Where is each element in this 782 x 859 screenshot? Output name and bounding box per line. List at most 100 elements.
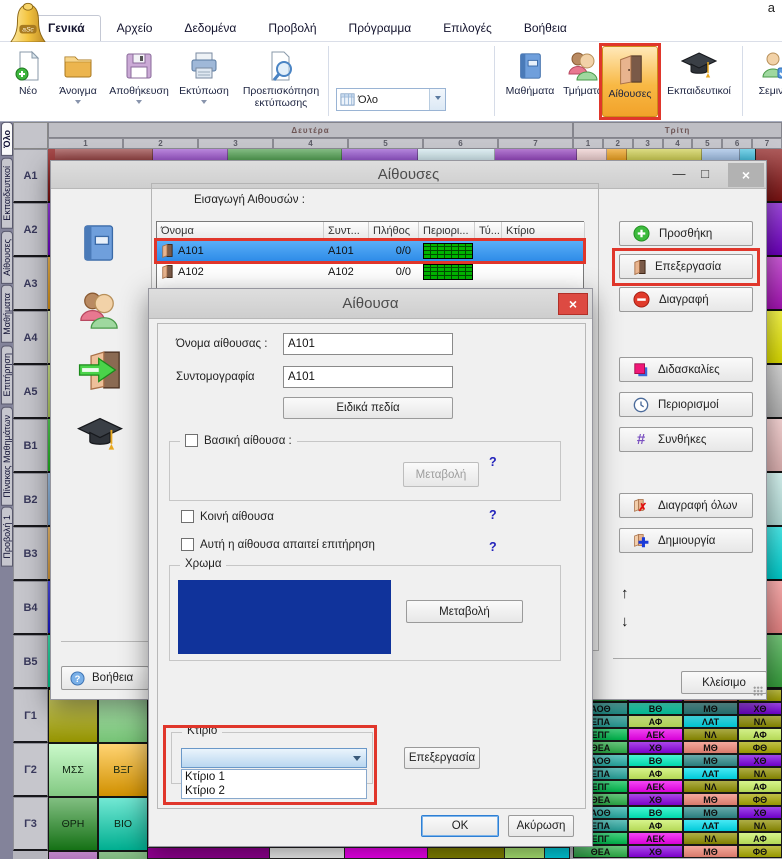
room-row[interactable]: A102 A102 0/0 (157, 261, 583, 282)
toolbar-separator (494, 46, 495, 116)
column-header[interactable]: Συντ... (324, 222, 369, 240)
view-tab[interactable]: Αίθουσες (1, 231, 13, 284)
rooms-button[interactable]: Αίθουσες (602, 46, 658, 117)
open-button[interactable]: Άνοιγμα (52, 47, 104, 107)
period-header: 4 (663, 138, 693, 149)
timetable-cell: ΦΘ (738, 793, 782, 806)
door-icon (633, 259, 646, 275)
room-row[interactable]: A101 A101 0/0 (157, 240, 583, 261)
view-selector-combobox[interactable]: Όλο (336, 88, 446, 111)
view-tab[interactable]: Πίνακας Μαθημάτων (1, 407, 13, 506)
column-header[interactable]: Περιορι... (419, 222, 475, 240)
timetable-bottom-right-grid: ΘΕΑΧΘΜΘΦΘΑΟΘΒΘΜΘΧΘΕΠΑΑΦΛΑΤΝΛΕΠΓΑΕΚΝΛΑΦΘΕ… (573, 689, 782, 859)
day-header: Τρίτη (573, 122, 782, 138)
view-tab[interactable]: Εκπαιδευτικοί (1, 158, 13, 229)
building-option[interactable]: Κτίριο 2 (182, 784, 366, 798)
menu-tab[interactable]: Δεδομένα (168, 15, 252, 41)
room-dialog-titlebar[interactable]: Αίθουσα × (149, 289, 592, 319)
view-selector-arrow[interactable] (429, 89, 445, 110)
row-label: A4 (13, 311, 48, 365)
building-edit-button[interactable]: Επεξεργασία (404, 747, 480, 769)
graduation-cap-icon (681, 47, 717, 85)
move-up-arrow[interactable]: ↑ (621, 585, 629, 602)
special-fields-button[interactable]: Ειδικά πεδία (283, 397, 453, 419)
period-header: 6 (423, 138, 498, 149)
conditions-button[interactable]: # Συνθήκες (619, 427, 753, 452)
room-name-input[interactable] (283, 333, 453, 355)
new-button[interactable]: Νέο (6, 47, 50, 97)
ok-button[interactable]: OK (421, 815, 499, 837)
period-header: 3 (633, 138, 663, 149)
period-header: 5 (348, 138, 423, 149)
cancel-button[interactable]: Ακύρωση (508, 815, 574, 837)
seminars-button[interactable]: Σεμινά (748, 47, 782, 97)
minimize-icon[interactable]: — (670, 166, 688, 181)
timetable-cell: ΧΘ (738, 754, 782, 767)
room-abbr-input[interactable] (283, 366, 453, 388)
classes-people-icon[interactable] (77, 289, 123, 335)
print-dropdown-caret[interactable] (201, 100, 207, 107)
constraints-button[interactable]: Περιορισμοί (619, 392, 753, 417)
menu-tab[interactable]: Πρόγραμμα (333, 15, 428, 41)
lessons-button[interactable]: Διδασκαλίες (619, 357, 753, 382)
help-question-mark[interactable]: ? (489, 508, 497, 522)
timetable-cell: ΑΦ (738, 728, 782, 741)
chevron-down-icon (353, 756, 361, 765)
delete-all-button[interactable]: ✗ Διαγραφή όλων (619, 493, 753, 518)
help-question-mark[interactable]: ? (489, 455, 497, 469)
room-building (502, 240, 585, 261)
timetable-cell: ΝΛ (683, 728, 738, 741)
people-icon (566, 47, 600, 85)
menu-tab[interactable]: Βοήθεια (508, 15, 583, 41)
subjects-button[interactable]: Μαθήματα (500, 47, 560, 97)
menu-tab[interactable]: Προβολή (252, 15, 332, 41)
classes-button[interactable]: Τμήματα (560, 47, 606, 97)
create-button[interactable]: ✚ Δημιουργία (619, 528, 753, 553)
column-header[interactable]: Όνομα (157, 222, 324, 240)
door-add-icon: ✚ (633, 533, 649, 549)
print-preview-icon (265, 47, 297, 85)
view-tab[interactable]: Προβολή 1 (1, 507, 13, 567)
view-tab[interactable]: Επιτήρηση (1, 345, 13, 404)
column-header[interactable]: Πλήθος (369, 222, 419, 240)
shared-room-checkbox[interactable] (181, 510, 194, 523)
delete-button[interactable]: Διαγραφή (619, 287, 753, 312)
color-change-button[interactable]: Μεταβολή (406, 600, 523, 623)
timetable-cell: ΛΑΤ (683, 819, 738, 832)
save-dropdown-caret[interactable] (136, 100, 142, 107)
menu-tab[interactable]: Αρχείο (101, 15, 169, 41)
add-button[interactable]: Προσθήκη (619, 221, 753, 246)
subjects-book-icon[interactable] (77, 221, 123, 267)
print-preview-button[interactable]: Προεπισκόπηση εκτύπωσης (236, 47, 326, 109)
building-option[interactable]: Κτίριο 1 (182, 770, 366, 784)
close-icon[interactable]: × (728, 163, 764, 187)
column-header[interactable]: Τύ... (475, 222, 502, 240)
timetable-cell: ΝΛ (738, 715, 782, 728)
room-color-swatch[interactable] (178, 580, 391, 654)
resize-grip[interactable] (753, 686, 763, 696)
help-button[interactable]: ? Βοήθεια (61, 666, 149, 690)
save-button[interactable]: Αποθήκευση (106, 47, 172, 107)
supervision-checkbox[interactable] (181, 538, 194, 551)
menu-tab[interactable]: Επιλογές (427, 15, 508, 41)
print-button[interactable]: Εκτύπωση (174, 47, 234, 107)
rooms-door-arrow-icon[interactable] (77, 349, 123, 395)
teachers-button[interactable]: Εκπαιδευτικοί (658, 47, 740, 97)
open-dropdown-caret[interactable] (75, 100, 81, 107)
timetable-cell: ΜΘ (683, 754, 738, 767)
home-room-checkbox[interactable] (185, 434, 198, 447)
window-title-letter: a (768, 0, 775, 15)
view-tab[interactable]: Όλο (1, 122, 13, 156)
view-tab[interactable]: Μαθήματα (1, 285, 13, 343)
help-question-mark[interactable]: ? (489, 540, 497, 554)
timetable-cell (270, 847, 345, 859)
building-combobox[interactable] (181, 748, 367, 768)
teachers-cap-icon[interactable] (77, 416, 123, 462)
close-icon[interactable]: × (558, 293, 588, 315)
timetable-cell: ΘΡΗ (48, 797, 98, 851)
edit-button[interactable]: Επεξεργασία (619, 254, 753, 279)
move-down-arrow[interactable]: ↓ (621, 613, 629, 630)
column-header[interactable]: Κτίριο (502, 222, 585, 240)
maximize-icon[interactable]: □ (696, 166, 714, 181)
period-header: 2 (603, 138, 633, 149)
